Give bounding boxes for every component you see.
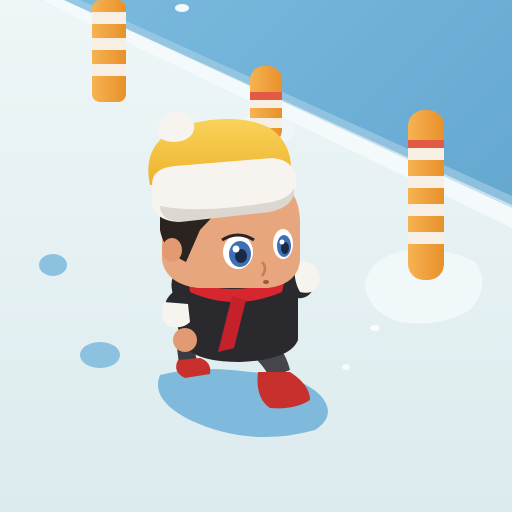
boundary-pole-left — [92, 0, 126, 102]
footprint — [39, 254, 67, 276]
footprint — [80, 342, 120, 368]
snow-speck — [342, 364, 350, 370]
boundary-pole-right — [408, 110, 444, 280]
character-hand-left — [173, 328, 197, 352]
character-cuff-left — [161, 302, 190, 328]
character-mouth — [263, 280, 269, 284]
character-ear — [162, 238, 182, 262]
game-scene — [0, 0, 512, 512]
snow-speck — [370, 325, 380, 331]
character-eye-right — [273, 229, 293, 259]
snow-speck — [175, 4, 189, 12]
